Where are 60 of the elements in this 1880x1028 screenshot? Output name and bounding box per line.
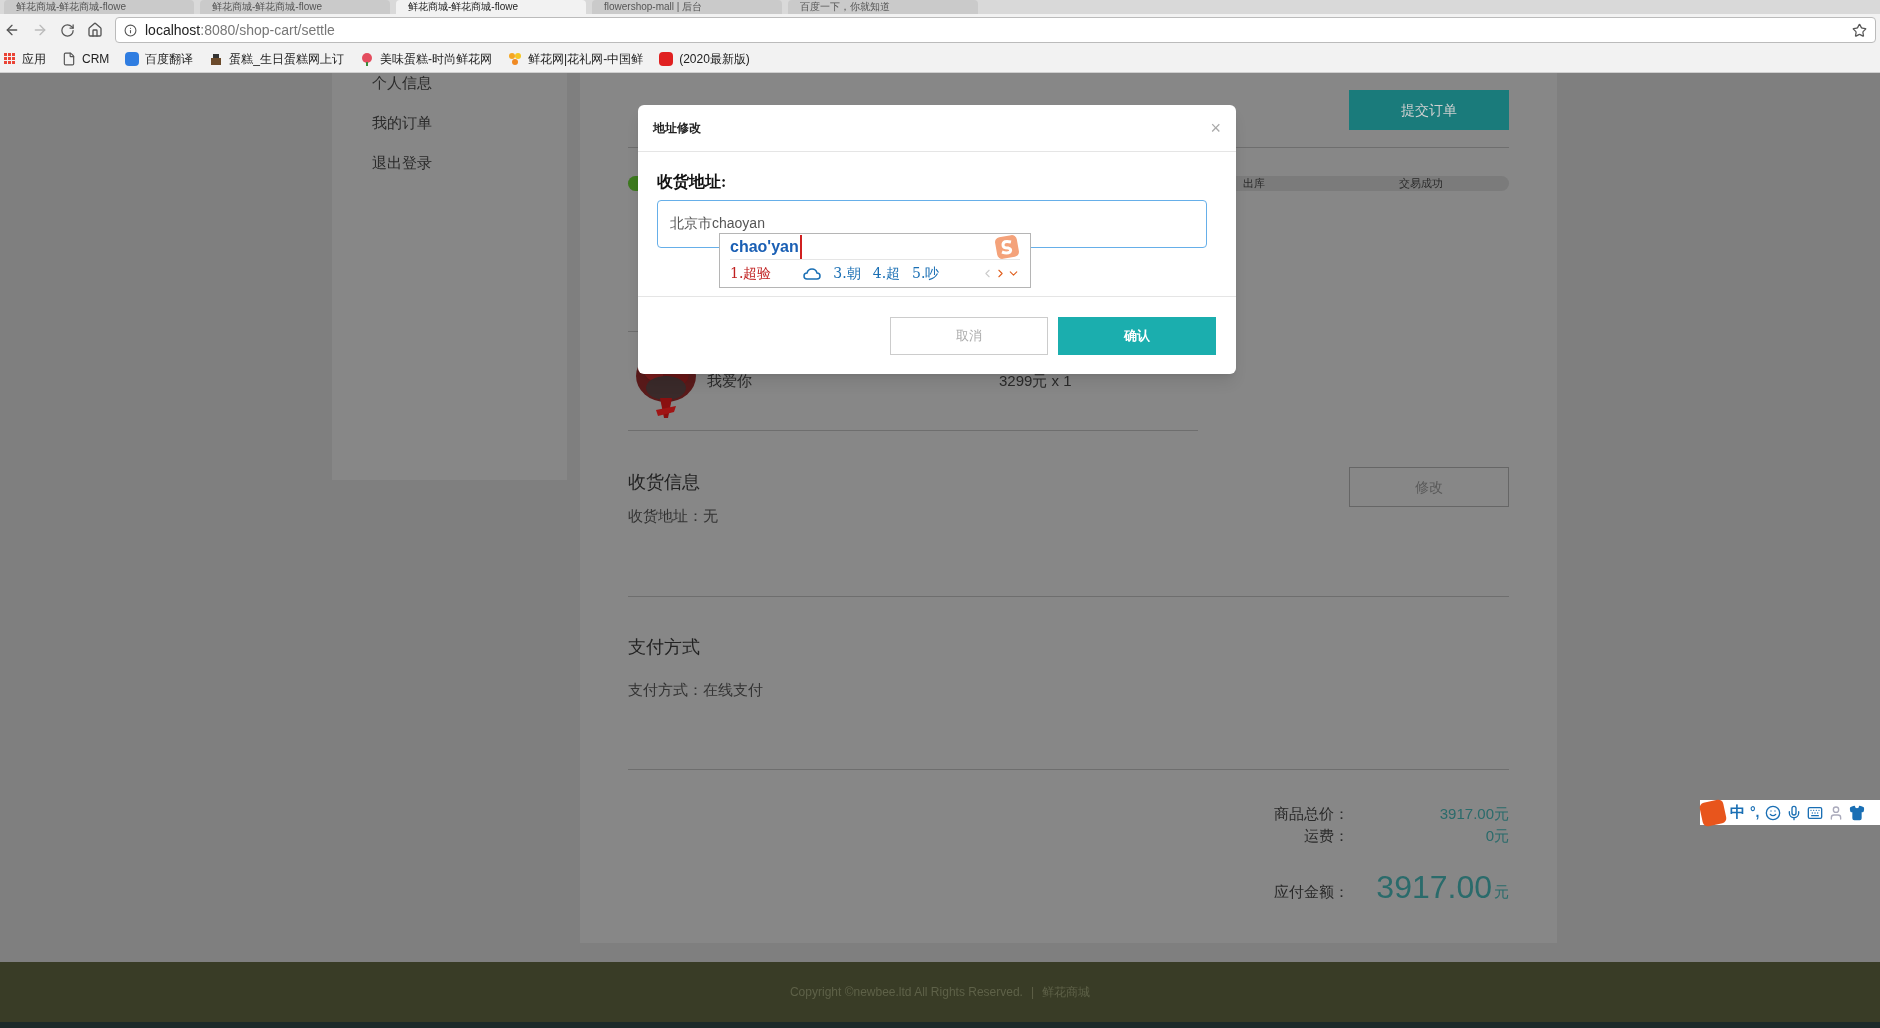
sidebar-item[interactable]: 我的订单 [372, 113, 432, 133]
url-text: localhost:8080/shop-cart/settle [145, 20, 335, 40]
ime-composition: chao'yan [730, 234, 802, 259]
browser-tab[interactable]: 鲜花商城-鲜花商城-flowe [396, 0, 586, 14]
payable-amount: 3917.00 [1376, 869, 1492, 905]
cloud-icon[interactable] [803, 267, 822, 280]
browser-tab[interactable]: flowershop-mall | 后台 [592, 0, 782, 14]
sidebar-item[interactable]: 退出登录 [372, 153, 432, 173]
separator-text: | [1030, 984, 1035, 1001]
ime-candidate[interactable]: 1.超验 [730, 263, 772, 284]
bookmark[interactable]: (2020最新版) [659, 50, 750, 68]
total-value: 3917.00元 [1438, 804, 1509, 824]
section-title: 收货信息 [628, 471, 700, 494]
progress-step-label: 出库 [1242, 176, 1265, 191]
ime-candidate[interactable]: 3.朝 [833, 263, 861, 284]
apps-icon [4, 53, 16, 65]
submit-order-button[interactable]: 提交订单 [1349, 90, 1509, 130]
product-price: 3299元 x 1 [999, 370, 1072, 391]
ime-mode[interactable]: 中 [1730, 801, 1745, 824]
ime-punctuation[interactable]: °, [1750, 802, 1760, 823]
cake-icon [209, 52, 224, 66]
rose-icon [360, 52, 374, 66]
page-icon [62, 52, 76, 66]
bookmark-star-icon[interactable] [1852, 22, 1867, 38]
total-label: 运费： [1303, 826, 1349, 846]
emoji-icon[interactable] [1764, 804, 1781, 821]
address-bar[interactable]: localhost:8080/shop-cart/settle [115, 17, 1876, 43]
product-name: 我爱你 [707, 370, 753, 391]
total-label: 商品总价： [1273, 804, 1349, 824]
progress-step-label: 交易成功 [1398, 176, 1443, 191]
bookmark[interactable]: 美味蛋糕-时尚鲜花网 [360, 50, 492, 68]
section-title: 支付方式 [628, 635, 700, 659]
bookmark[interactable]: 蛋糕_生日蛋糕网上订 [209, 50, 344, 68]
total-value: 0元 [1484, 826, 1509, 846]
translate-icon [125, 52, 140, 66]
back-icon[interactable] [4, 22, 20, 38]
browser-tab[interactable]: 鲜花商城-鲜花商城-flowe [4, 0, 194, 14]
payable-unit: 元 [1494, 881, 1509, 902]
sidebar-item[interactable]: 个人信息 [372, 73, 432, 93]
payable-label: 应付金额： [1273, 881, 1349, 902]
skin-icon[interactable] [1848, 804, 1865, 821]
shipping-address: 收货地址：无 [628, 506, 718, 526]
bookmark[interactable]: 应用 [4, 50, 46, 68]
bookmark[interactable]: 鲜花网|花礼网-中国鲜 [508, 50, 644, 68]
bookmark[interactable]: 百度翻译 [125, 50, 194, 68]
payment-method: 支付方式：在线支付 [628, 679, 763, 700]
field-label: 收货地址: [657, 172, 727, 193]
ime-candidate[interactable]: 4.超 [872, 263, 901, 284]
info-icon [124, 23, 137, 37]
reload-icon[interactable] [60, 22, 75, 38]
keyboard-icon[interactable] [1806, 804, 1823, 821]
browser-tab[interactable]: 鲜花商城-鲜花商城-flowe [200, 0, 390, 14]
dialog-title: 地址修改 [653, 120, 701, 137]
home-icon[interactable] [87, 22, 103, 38]
bookmark[interactable]: CRM [62, 50, 110, 68]
c-logo-icon [659, 52, 674, 66]
ime-logo-icon [1698, 798, 1728, 827]
browser-tab[interactable]: 百度一下，你就知道 [788, 0, 978, 14]
ime-candidate[interactable]: 5.吵 [912, 263, 940, 284]
flower-icon [508, 52, 522, 66]
